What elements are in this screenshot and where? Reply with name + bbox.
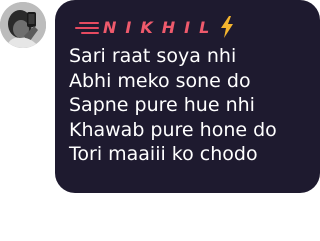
avatar[interactable]	[0, 2, 46, 48]
message-line: Abhi meko sone do	[69, 69, 251, 92]
message-line: Tori maaiii ko chodo	[69, 143, 258, 165]
message-text: Sari raat soya nhi Abhi meko sone do Sap…	[69, 44, 314, 167]
sender-header: NIKHIL	[75, 14, 234, 40]
message-line: Khawab pure hone do	[69, 118, 277, 141]
message-line: Sari raat soya nhi	[69, 45, 237, 67]
lightning-bolt-icon	[221, 16, 234, 38]
message-line: Sapne pure hue nhi	[69, 94, 255, 116]
speed-lines-icon	[75, 19, 101, 35]
chat-message-view: NIKHIL Sari raat soya nhi Abhi meko sone…	[0, 0, 320, 241]
sender-name[interactable]: NIKHIL	[103, 18, 218, 37]
message-bubble: NIKHIL Sari raat soya nhi Abhi meko sone…	[55, 0, 320, 193]
avatar-photo-icon	[0, 2, 46, 48]
